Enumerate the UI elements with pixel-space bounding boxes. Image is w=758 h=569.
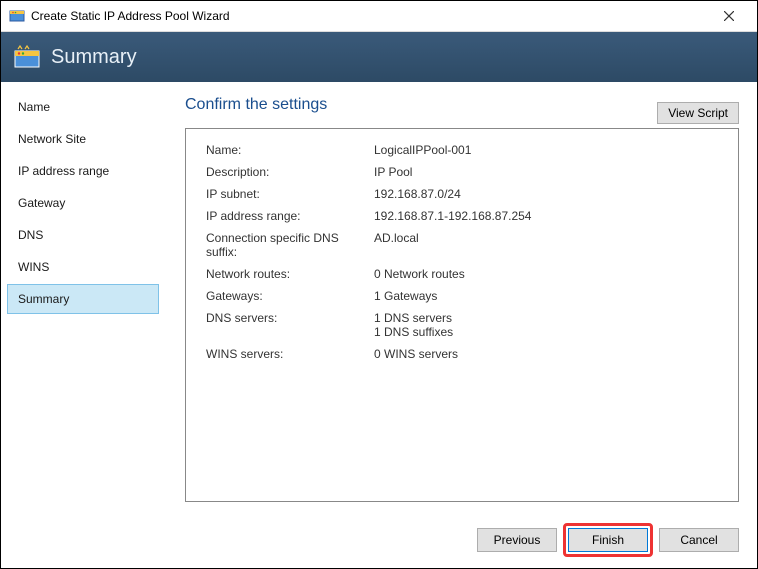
wizard-body: Name Network Site IP address range Gateway D…	[1, 82, 757, 512]
setting-label: Name:	[202, 139, 370, 161]
banner-title: Summary	[51, 46, 137, 69]
settings-table: Name:LogicalIPPool-001Description:IP Poo…	[202, 139, 722, 365]
sidebar-item-summary[interactable]: Summary	[7, 284, 159, 314]
table-row: Name:LogicalIPPool-001	[202, 139, 722, 161]
setting-value: 0 Network routes	[370, 263, 722, 285]
footer: Previous Finish Cancel	[1, 512, 757, 568]
sidebar-item-dns[interactable]: DNS	[7, 220, 159, 250]
setting-value: 192.168.87.1-192.168.87.254	[370, 205, 722, 227]
setting-value: 192.168.87.0/24	[370, 183, 722, 205]
close-button[interactable]	[709, 1, 749, 31]
table-row: Network routes:0 Network routes	[202, 263, 722, 285]
finish-button[interactable]: Finish	[568, 528, 648, 552]
sidebar-item-label: DNS	[18, 228, 43, 242]
sidebar-item-label: Name	[18, 100, 50, 114]
setting-label: Description:	[202, 161, 370, 183]
sidebar-item-label: Summary	[18, 292, 69, 306]
setting-value: 0 WINS servers	[370, 343, 722, 365]
table-row: Gateways:1 Gateways	[202, 285, 722, 307]
sidebar: Name Network Site IP address range Gateway D…	[1, 82, 165, 512]
sidebar-item-name[interactable]: Name	[7, 92, 159, 122]
cancel-button[interactable]: Cancel	[659, 528, 739, 552]
setting-label: Network routes:	[202, 263, 370, 285]
setting-value: 1 DNS servers 1 DNS suffixes	[370, 307, 722, 343]
sidebar-item-network-site[interactable]: Network Site	[7, 124, 159, 154]
setting-label: Connection specific DNS suffix:	[202, 227, 370, 263]
wizard-window: Create Static IP Address Pool Wizard Sum…	[0, 0, 758, 569]
table-row: IP address range:192.168.87.1-192.168.87…	[202, 205, 722, 227]
titlebar-title: Create Static IP Address Pool Wizard	[31, 9, 709, 23]
sidebar-item-gateway[interactable]: Gateway	[7, 188, 159, 218]
setting-value: AD.local	[370, 227, 722, 263]
setting-label: Gateways:	[202, 285, 370, 307]
table-row: DNS servers:1 DNS servers 1 DNS suffixes	[202, 307, 722, 343]
sidebar-item-ip-address-range[interactable]: IP address range	[7, 156, 159, 186]
sidebar-item-label: WINS	[18, 260, 49, 274]
sidebar-item-label: IP address range	[18, 164, 109, 178]
finish-highlight: Finish	[563, 523, 653, 557]
sidebar-item-label: Network Site	[18, 132, 86, 146]
setting-value: 1 Gateways	[370, 285, 722, 307]
sidebar-item-label: Gateway	[18, 196, 65, 210]
setting-label: DNS servers:	[202, 307, 370, 343]
setting-label: IP address range:	[202, 205, 370, 227]
previous-button[interactable]: Previous	[477, 528, 557, 552]
setting-label: WINS servers:	[202, 343, 370, 365]
wizard-icon	[9, 8, 25, 24]
table-row: IP subnet:192.168.87.0/24	[202, 183, 722, 205]
view-script-button[interactable]: View Script	[657, 102, 739, 124]
banner-icon	[13, 43, 41, 71]
banner: Summary	[1, 32, 757, 82]
setting-label: IP subnet:	[202, 183, 370, 205]
table-row: WINS servers:0 WINS servers	[202, 343, 722, 365]
content-area: Confirm the settings View Script Name:Lo…	[165, 82, 757, 512]
table-row: Description:IP Pool	[202, 161, 722, 183]
settings-summary-box: Name:LogicalIPPool-001Description:IP Poo…	[185, 128, 739, 502]
setting-value: IP Pool	[370, 161, 722, 183]
content-heading: Confirm the settings	[185, 96, 739, 114]
setting-value: LogicalIPPool-001	[370, 139, 722, 161]
table-row: Connection specific DNS suffix:AD.local	[202, 227, 722, 263]
titlebar: Create Static IP Address Pool Wizard	[1, 1, 757, 32]
sidebar-item-wins[interactable]: WINS	[7, 252, 159, 282]
